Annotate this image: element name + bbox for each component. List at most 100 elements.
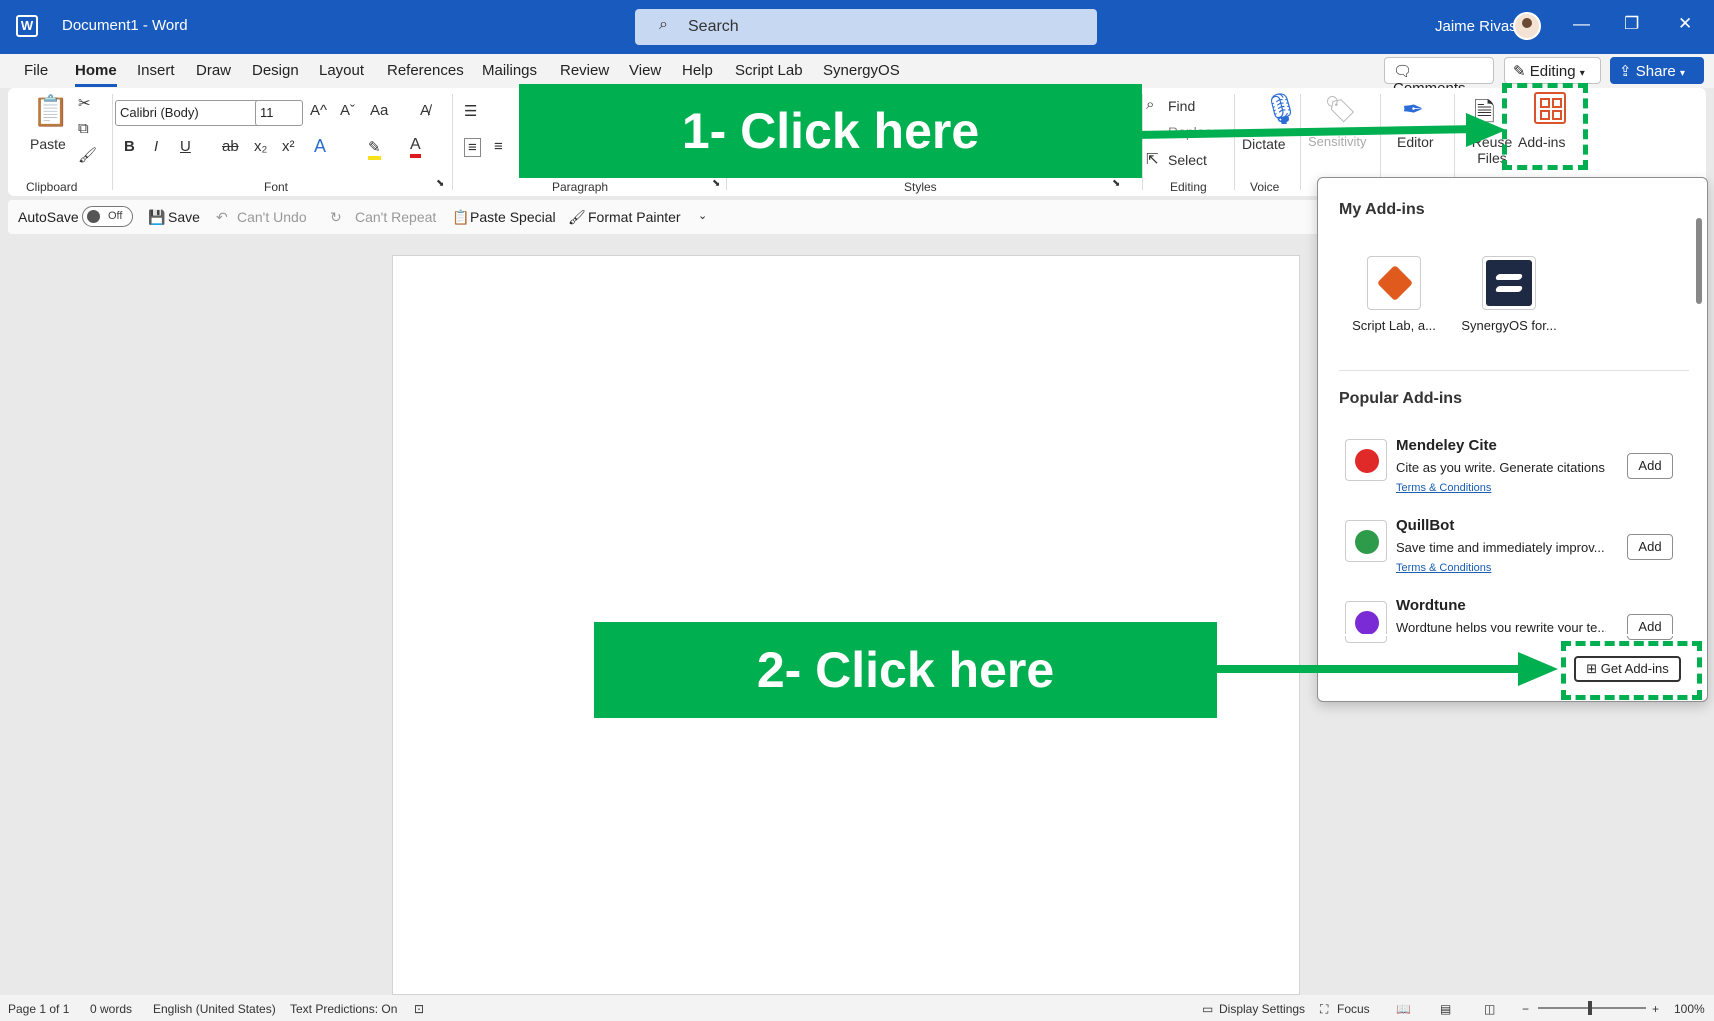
scrollbar-thumb[interactable] — [1696, 218, 1702, 304]
dialog-launcher-icon[interactable]: ⬊ — [712, 178, 720, 189]
superscript-button[interactable]: x² — [282, 138, 295, 155]
tab-view[interactable]: View — [629, 62, 661, 79]
tab-design[interactable]: Design — [252, 62, 299, 79]
restore-button[interactable]: ❐ — [1624, 14, 1639, 34]
select-button[interactable]: Select — [1168, 152, 1207, 168]
tab-review[interactable]: Review — [560, 62, 609, 79]
dictate-button[interactable]: Dictate — [1242, 136, 1286, 152]
tab-mailings[interactable]: Mailings — [482, 62, 537, 79]
synergyos-tile[interactable] — [1482, 256, 1536, 310]
paste-button[interactable]: Paste — [30, 136, 66, 152]
user-name[interactable]: Jaime Rivas — [1435, 18, 1517, 35]
script-lab-tile[interactable] — [1367, 256, 1421, 310]
add-wordtune-button[interactable]: Add — [1627, 614, 1673, 640]
mendeley-terms-link[interactable]: Terms & Conditions — [1396, 482, 1491, 494]
dialog-launcher-icon[interactable]: ⬊ — [436, 178, 444, 189]
zoom-slider-thumb[interactable] — [1588, 1001, 1592, 1015]
chevron-down-icon: ▾ — [1679, 68, 1685, 79]
tab-script-lab[interactable]: Script Lab — [735, 62, 803, 79]
mendeley-name: Mendeley Cite — [1396, 437, 1497, 454]
comments-button[interactable]: 🗨 Comments — [1384, 57, 1494, 97]
minimize-button[interactable]: — — [1573, 14, 1590, 34]
share-button[interactable]: ⇪ Share ▾ — [1610, 57, 1704, 84]
editing-group-label: Editing — [1170, 180, 1207, 194]
repeat-button[interactable]: Can't Repeat — [355, 209, 436, 225]
grow-font-button[interactable]: A^ — [310, 102, 327, 119]
panel-scrollbar[interactable] — [1695, 196, 1703, 618]
print-layout-icon[interactable]: ▤ — [1440, 1002, 1451, 1016]
text-effects-button[interactable]: A — [314, 136, 326, 157]
zoom-in-icon[interactable]: + — [1652, 1002, 1659, 1016]
page-count[interactable]: Page 1 of 1 — [8, 1002, 69, 1016]
display-settings-icon: ▭ — [1202, 1002, 1214, 1016]
tab-draw[interactable]: Draw — [196, 62, 231, 79]
synergyos-label: SynergyOS for... — [1461, 318, 1557, 333]
editor-button[interactable]: Editor — [1397, 134, 1434, 150]
search-placeholder: Search — [688, 18, 739, 35]
copy-icon[interactable]: ⧉ — [78, 120, 89, 137]
tab-help[interactable]: Help — [682, 62, 713, 79]
toggle-knob — [87, 210, 100, 223]
quillbot-terms-link[interactable]: Terms & Conditions — [1396, 562, 1491, 574]
add-quillbot-button[interactable]: Add — [1627, 534, 1673, 560]
zoom-out-icon[interactable]: − — [1522, 1002, 1529, 1016]
highlight-button[interactable]: ✎ — [368, 138, 381, 160]
avatar[interactable] — [1513, 12, 1541, 40]
editing-mode-button[interactable]: ✎ Editing ▾ — [1504, 57, 1601, 84]
tab-references[interactable]: References — [387, 62, 464, 79]
paste-special-button[interactable]: Paste Special — [470, 209, 556, 225]
step1-arrow-head — [1466, 113, 1506, 147]
save-button[interactable]: Save — [168, 209, 200, 225]
tab-layout[interactable]: Layout — [319, 62, 364, 79]
customize-qat-icon[interactable]: ⌄ — [698, 209, 707, 222]
align-center-icon[interactable]: ≡ — [494, 138, 503, 155]
add-mendeley-button[interactable]: Add — [1627, 453, 1673, 479]
clear-formatting-icon[interactable]: A̸ — [420, 102, 430, 119]
paste-icon: 📋 — [32, 95, 70, 128]
popular-addins-heading: Popular Add-ins — [1339, 390, 1462, 407]
autosave-toggle[interactable]: Off — [82, 206, 133, 227]
font-color-button[interactable]: A — [410, 136, 421, 158]
italic-button[interactable]: I — [154, 138, 158, 155]
script-lab-label: Script Lab, a... — [1352, 318, 1436, 333]
tab-synergyos[interactable]: SynergyOS — [823, 62, 900, 79]
word-count[interactable]: 0 words — [90, 1002, 132, 1016]
sensitivity-button[interactable]: Sensitivity — [1308, 134, 1367, 149]
shrink-font-button[interactable]: Aˇ — [340, 102, 355, 119]
bold-button[interactable]: B — [124, 138, 135, 155]
language-status[interactable]: English (United States) — [153, 1002, 276, 1016]
tab-home[interactable]: Home — [75, 62, 117, 87]
strikethrough-button[interactable]: ab — [222, 138, 239, 155]
search-input[interactable]: ⌕ Search — [635, 9, 1097, 45]
dialog-launcher-icon[interactable]: ⬊ — [1112, 178, 1120, 189]
text-predictions-status[interactable]: Text Predictions: On — [290, 1002, 397, 1016]
font-family-select[interactable]: Calibri (Body) — [115, 100, 260, 126]
focus-icon: ⛶ — [1320, 1002, 1329, 1016]
align-left-icon[interactable]: ≡ — [464, 138, 481, 157]
tab-file[interactable]: File — [24, 62, 48, 79]
accessibility-icon[interactable]: ⊡ — [414, 1002, 424, 1016]
zoom-slider[interactable] — [1538, 1001, 1646, 1015]
format-painter-button[interactable]: Format Painter — [588, 209, 681, 225]
bullets-icon[interactable]: ☰ — [464, 102, 477, 120]
format-painter-icon[interactable]: 🖌 — [78, 146, 97, 164]
format-painter-icon: 🖌 — [568, 209, 586, 225]
close-button[interactable]: ✕ — [1678, 14, 1692, 34]
tab-insert[interactable]: Insert — [137, 62, 175, 79]
repeat-icon: ↻ — [330, 209, 342, 225]
display-settings-button[interactable]: Display Settings — [1219, 1002, 1305, 1016]
undo-button[interactable]: Can't Undo — [237, 209, 307, 225]
step2-arrow-head — [1518, 652, 1558, 686]
divider — [112, 94, 113, 190]
synergyos-icon — [1486, 260, 1532, 306]
subscript-button[interactable]: x₂ — [254, 138, 267, 155]
change-case-button[interactable]: Aa — [370, 102, 388, 119]
read-mode-icon[interactable]: 📖 — [1396, 1002, 1411, 1016]
web-layout-icon[interactable]: ◫ — [1484, 1002, 1495, 1016]
font-size-select[interactable]: 11 — [255, 100, 303, 126]
zoom-level[interactable]: 100% — [1674, 1002, 1705, 1016]
underline-button[interactable]: U — [180, 138, 191, 155]
focus-button[interactable]: Focus — [1337, 1002, 1370, 1016]
find-button[interactable]: Find — [1168, 98, 1195, 114]
cut-icon[interactable]: ✂ — [78, 94, 91, 112]
